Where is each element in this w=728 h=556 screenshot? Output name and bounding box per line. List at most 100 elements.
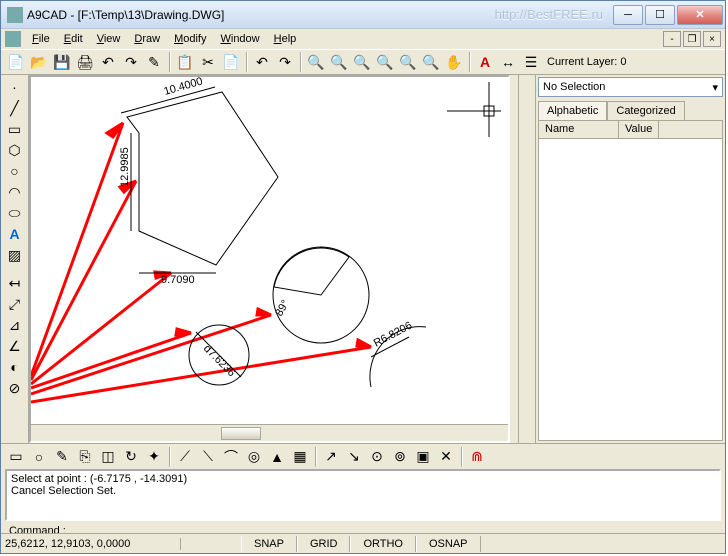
status-bar: 25,6212, 12,9103, 0,0000 SNAP GRID ORTHO… — [1, 533, 725, 553]
window-title: A9CAD - [F:\Temp\13\Drawing.DWG] — [27, 8, 495, 22]
col-name[interactable]: Name — [539, 121, 619, 138]
trim-tool[interactable]: ⟋ — [174, 446, 196, 468]
zoom-win-icon[interactable]: 🔍 — [351, 51, 373, 73]
cut-icon[interactable]: ✂ — [197, 51, 219, 73]
print-icon[interactable]: 🖨 — [74, 51, 96, 73]
dim-rad-tool[interactable]: ◐ — [4, 357, 26, 377]
dim-alg-tool[interactable]: ⤢ — [4, 294, 26, 314]
dim-dia-tool[interactable]: ⊘ — [4, 378, 26, 398]
app-icon — [7, 7, 23, 23]
circle-tool[interactable]: ○ — [4, 161, 26, 181]
rect-tool[interactable]: ▭ — [4, 119, 26, 139]
redo2-icon[interactable]: ↷ — [274, 51, 296, 73]
point-tool[interactable]: · — [4, 77, 26, 97]
menu-file[interactable]: File — [25, 31, 57, 47]
new-icon[interactable]: 📄 — [5, 51, 27, 73]
dim-lin-tool[interactable]: ↤ — [4, 273, 26, 293]
dim-89: 89° — [273, 298, 292, 318]
left-toolbar: · ╱ ▭ ⬡ ○ ◠ ⬭ A ▨ ↤ ⤢ ⊿ ∠ ◐ ⊘ — [1, 75, 29, 443]
tab-categorized[interactable]: Categorized — [607, 101, 684, 120]
dim-icon[interactable]: ↔ — [497, 51, 519, 73]
rot-tool[interactable]: ↻ — [120, 446, 142, 468]
undo-icon[interactable]: ↶ — [97, 51, 119, 73]
open-icon[interactable]: 📂 — [28, 51, 50, 73]
menu-modify[interactable]: Modify — [167, 31, 213, 47]
menu-help[interactable]: Help — [267, 31, 304, 47]
zoom-ext-icon[interactable]: 🔍 — [374, 51, 396, 73]
layer-icon[interactable]: ☰ — [520, 51, 542, 73]
scale-tool[interactable]: ◫ — [97, 446, 119, 468]
arc-tool[interactable]: ◠ — [4, 182, 26, 202]
titlebar: A9CAD - [F:\Temp\13\Drawing.DWG] http://… — [1, 1, 725, 29]
undo2-icon[interactable]: ↶ — [251, 51, 273, 73]
osnap-toggle[interactable]: OSNAP — [416, 536, 481, 552]
command-history[interactable]: Select at point : (-6.7175 , -14.3091) C… — [5, 469, 721, 521]
mdi-close[interactable]: × — [703, 31, 721, 47]
maximize-button[interactable]: ☐ — [645, 5, 675, 25]
tab-alphabetic[interactable]: Alphabetic — [538, 101, 607, 120]
redo-icon[interactable]: ↷ — [120, 51, 142, 73]
coordinates: 25,6212, 12,9103, 0,0000 — [1, 538, 181, 550]
copy-icon[interactable]: 📋 — [174, 51, 196, 73]
menu-edit[interactable]: Edit — [57, 31, 90, 47]
ext-tool[interactable]: ⟍ — [197, 446, 219, 468]
m2-tool[interactable]: ⊚ — [389, 446, 411, 468]
paste-icon[interactable]: 📄 — [220, 51, 242, 73]
dim-12-99: 12.9985 — [119, 147, 131, 187]
col-value[interactable]: Value — [619, 121, 659, 138]
menu-draw[interactable]: Draw — [127, 31, 167, 47]
watermark-link: http://BestFREE.ru — [495, 7, 603, 22]
mdi-minimize[interactable]: - — [663, 31, 681, 47]
selection-dropdown[interactable]: No Selection — [538, 77, 723, 97]
ortho-toggle[interactable]: ORTHO — [350, 536, 416, 552]
brk-tool[interactable]: ↗ — [320, 446, 342, 468]
property-grid[interactable]: Name Value — [538, 120, 723, 441]
zoom-all-icon[interactable]: 🔍 — [420, 51, 442, 73]
m1-tool[interactable]: ⊙ — [366, 446, 388, 468]
ellipse-tool[interactable]: ⬭ — [4, 203, 26, 223]
del-tool[interactable]: ✕ — [435, 446, 457, 468]
close-button[interactable]: ✕ — [677, 5, 723, 25]
arr-tool[interactable]: ▦ — [289, 446, 311, 468]
current-layer-label: Current Layer: 0 — [543, 56, 630, 68]
mdi-icon[interactable] — [5, 31, 21, 47]
hscrollbar[interactable] — [31, 424, 508, 441]
text-tool[interactable]: A — [4, 224, 26, 244]
line-tool[interactable]: ╱ — [4, 98, 26, 118]
hatch-tool[interactable]: ▨ — [4, 245, 26, 265]
polyline-tool[interactable]: ⬡ — [4, 140, 26, 160]
pan-icon[interactable]: ✋ — [443, 51, 465, 73]
osnap-tool[interactable]: ⋒ — [466, 446, 488, 468]
zoom-in-icon[interactable]: 🔍 — [305, 51, 327, 73]
drawing-canvas[interactable]: 10.4000 12.9985 9.7090 d7.6236 89° — [31, 77, 511, 425]
dim-ang-tool[interactable]: ∠ — [4, 336, 26, 356]
snap-toggle[interactable]: SNAP — [241, 536, 297, 552]
tool1-icon[interactable]: ✎ — [143, 51, 165, 73]
move-tool[interactable]: ✎ — [51, 446, 73, 468]
copy-tool[interactable]: ⎘ — [74, 446, 96, 468]
canvas-area[interactable]: 10.4000 12.9985 9.7090 d7.6236 89° — [29, 75, 510, 443]
grid-toggle[interactable]: GRID — [297, 536, 351, 552]
dim-10-4: 10.4000 — [163, 77, 205, 98]
erase-tool[interactable]: ○ — [28, 446, 50, 468]
mir-tool[interactable]: ▲ — [266, 446, 288, 468]
fil-tool[interactable]: ⌒ — [220, 446, 242, 468]
properties-panel: No Selection Alphabetic Categorized Name… — [535, 75, 725, 443]
font-icon[interactable]: A — [474, 51, 496, 73]
zoom-prev-icon[interactable]: 🔍 — [397, 51, 419, 73]
jn-tool[interactable]: ↘ — [343, 446, 365, 468]
menu-view[interactable]: View — [90, 31, 128, 47]
modify-toolbar: ▭ ○ ✎ ⎘ ◫ ↻ ✦ ⟋ ⟍ ⌒ ◎ ▲ ▦ ↗ ↘ ⊙ ⊚ ▣ ✕ ⋒ — [1, 443, 725, 469]
sel-tool[interactable]: ▭ — [5, 446, 27, 468]
vscrollbar[interactable] — [518, 75, 535, 443]
dim-ord-tool[interactable]: ⊿ — [4, 315, 26, 335]
menu-window[interactable]: Window — [213, 31, 266, 47]
save-icon[interactable]: 💾 — [51, 51, 73, 73]
menu-bar: File Edit View Draw Modify Window Help -… — [1, 29, 725, 49]
minimize-button[interactable]: ─ — [613, 5, 643, 25]
mdi-restore[interactable]: ❐ — [683, 31, 701, 47]
zoom-out-icon[interactable]: 🔍 — [328, 51, 350, 73]
off-tool[interactable]: ◎ — [243, 446, 265, 468]
expl-tool[interactable]: ✦ — [143, 446, 165, 468]
m3-tool[interactable]: ▣ — [412, 446, 434, 468]
